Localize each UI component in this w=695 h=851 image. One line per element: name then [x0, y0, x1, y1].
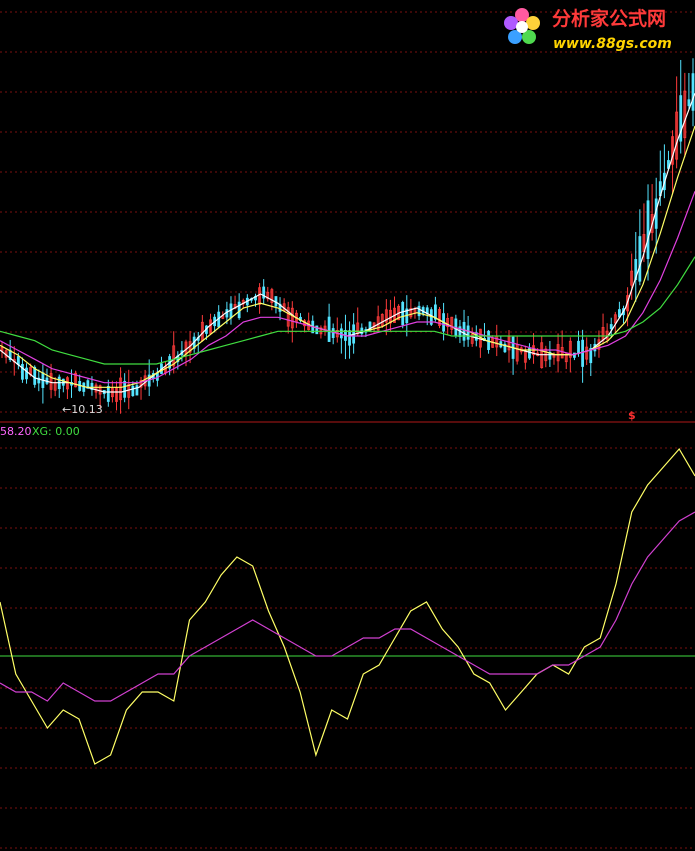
- candle-body: [123, 380, 127, 398]
- candle-body: [466, 325, 470, 340]
- candle-body: [462, 322, 466, 341]
- candle-body: [33, 366, 37, 385]
- candle-body: [577, 340, 580, 354]
- candle-body: [401, 302, 405, 326]
- logo-title: 分析家公式网: [552, 7, 666, 30]
- candle-body: [21, 363, 24, 380]
- stock-chart: ←10.13 $ 58.20 XG: 0.00 分析家公式网 www.88gs.…: [0, 0, 695, 851]
- candle-body: [16, 356, 20, 365]
- low-price-marker: ←10.13: [62, 403, 103, 416]
- chart-background: [0, 0, 695, 851]
- candle-body: [417, 305, 421, 317]
- logo-url: www.88gs.com: [553, 36, 672, 52]
- candle-body: [225, 309, 229, 318]
- candle-body: [348, 330, 351, 346]
- candle-body: [339, 328, 343, 339]
- candle-body: [135, 385, 139, 396]
- candle-body: [687, 99, 691, 107]
- candle-body: [609, 324, 613, 330]
- candle-body: [25, 367, 28, 380]
- candle-body: [131, 385, 135, 397]
- xg-value: XG: 0.00: [32, 425, 80, 438]
- candle-body: [106, 385, 110, 402]
- signal-marker: $: [628, 409, 636, 422]
- candle-body: [638, 236, 642, 282]
- candle-body: [331, 328, 335, 338]
- candle-body: [646, 200, 650, 259]
- candle-body: [487, 330, 490, 350]
- candle-body: [691, 73, 695, 111]
- indicator-value: 58.20: [0, 425, 32, 438]
- candle-body: [581, 339, 585, 367]
- candle-body: [327, 316, 331, 342]
